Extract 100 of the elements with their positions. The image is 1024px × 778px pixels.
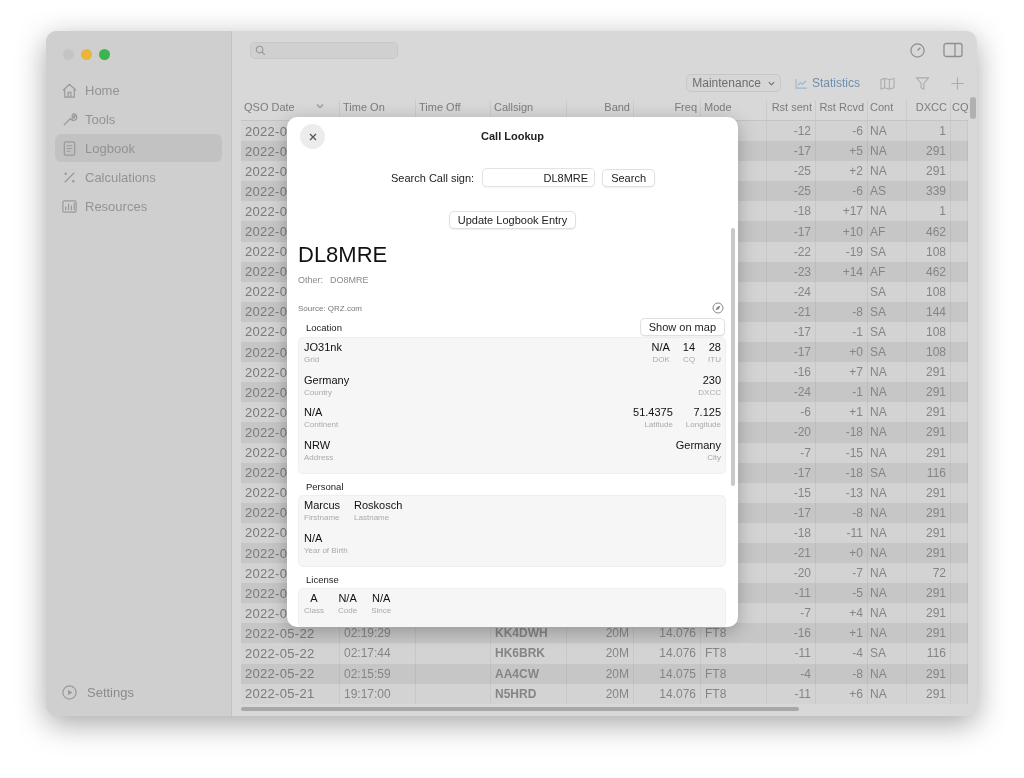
table-cell: -1 <box>852 325 863 339</box>
table-cell: 2022-0 <box>245 143 288 159</box>
table-cell: 339 <box>925 184 946 199</box>
settings-item[interactable]: Settings <box>46 681 231 703</box>
wrench-icon <box>61 110 78 128</box>
table-cell: -8 <box>852 304 863 319</box>
field-value: 28 <box>708 340 721 354</box>
column-header[interactable]: DXCC <box>915 101 947 113</box>
table-cell: -15 <box>793 485 811 500</box>
column-header[interactable]: Rst Rcvd <box>819 101 864 113</box>
field-label: ITU <box>708 354 721 366</box>
field-label: Address <box>304 451 334 464</box>
table-cell: -17 <box>793 224 811 239</box>
table-cell: +1 <box>849 405 863 420</box>
table-cell: 116 <box>926 465 946 480</box>
search-button[interactable]: Search <box>603 169 654 186</box>
table-cell: 1 <box>939 204 946 219</box>
callsign-title: DL8MRE <box>298 241 389 269</box>
column-header[interactable]: Rst sent <box>771 101 812 113</box>
column-header[interactable]: CQ <box>952 101 969 113</box>
table-cell: 19:17:00 <box>344 686 391 701</box>
search-field[interactable] <box>250 41 398 59</box>
show-on-map-button[interactable]: Show on map <box>640 319 724 335</box>
table-cell: NA <box>870 445 887 460</box>
column-header[interactable]: Time Off <box>419 101 461 113</box>
table-cell: 20M <box>605 646 629 661</box>
table-cell: +10 <box>842 224 863 239</box>
field-value: Germany <box>304 372 350 387</box>
sidebar-icon[interactable] <box>943 42 963 58</box>
table-cell: 2022-0 <box>245 284 288 300</box>
table-cell: 2022-0 <box>245 505 288 521</box>
scrollbar[interactable] <box>970 97 976 119</box>
zoom-window-button[interactable] <box>99 49 110 60</box>
table-cell: 291 <box>925 385 946 400</box>
table-cell: 144 <box>925 304 946 319</box>
column-header[interactable]: Callsign <box>494 101 534 113</box>
table-cell: -18 <box>793 525 811 540</box>
table-cell: NA <box>870 164 887 179</box>
update-logbook-button[interactable]: Update Logbook Entry <box>449 212 576 228</box>
gauge-icon[interactable] <box>909 41 926 59</box>
table-cell: -23 <box>793 264 811 279</box>
table-cell: 291 <box>925 365 946 380</box>
other-label: Other: <box>298 275 323 285</box>
statistics-button[interactable]: Statistics <box>795 76 860 90</box>
table-cell: 2022-0 <box>245 344 288 360</box>
table-cell: -11 <box>794 686 811 701</box>
table-cell: -7 <box>800 445 811 460</box>
field-label: Class <box>304 605 324 617</box>
table-cell: NA <box>870 365 887 380</box>
close-button[interactable] <box>300 124 325 149</box>
table-cell: KK4DWH <box>495 626 548 641</box>
table-cell: 2022-0 <box>245 465 288 481</box>
table-cell: 2022-0 <box>245 183 288 199</box>
table-row[interactable]: 2022-05-22 02:17:44 HK6BRK 20M 14.076 FT8 -11 -4 SA 116 <box>241 643 968 664</box>
table-cell: 72 <box>932 566 946 581</box>
table-cell: 108 <box>925 345 946 360</box>
table-cell: -24 <box>793 284 811 299</box>
sidebar-item[interactable]: Tools <box>55 105 222 133</box>
table-cell: -16 <box>793 626 811 641</box>
sidebar-item[interactable]: Calculations <box>55 163 222 191</box>
table-cell: NA <box>870 606 887 621</box>
compass-icon[interactable] <box>712 302 724 314</box>
scrollbar[interactable] <box>731 228 735 486</box>
table-cell: -18 <box>845 425 863 440</box>
table-cell: NA <box>870 385 887 400</box>
table-cell: 2022-0 <box>245 304 288 320</box>
table-cell: 2022-0 <box>245 384 288 400</box>
callsign-input[interactable]: DL8MRE <box>483 169 595 186</box>
column-header[interactable]: Time On <box>343 101 385 113</box>
minimize-window-button[interactable] <box>81 49 92 60</box>
scrollbar[interactable] <box>241 706 799 711</box>
table-cell: 2022-05-22 <box>245 666 315 682</box>
sidebar-item[interactable]: Resources <box>55 192 222 220</box>
table-cell: SA <box>870 244 886 259</box>
funnel-icon[interactable] <box>915 75 930 91</box>
sort-chevron-icon[interactable] <box>314 101 325 111</box>
table-row[interactable]: 2022-05-21 19:17:00 N5HRD 20M 14.076 FT8 -11 +6 NA 291 <box>241 683 968 704</box>
table-cell: -8 <box>852 666 863 681</box>
chart-icon <box>61 197 78 215</box>
column-header[interactable]: Freq <box>674 101 697 113</box>
table-cell: 291 <box>925 405 946 420</box>
field-label: Country <box>304 386 333 399</box>
column-header[interactable]: Mode <box>704 101 732 113</box>
column-header[interactable]: QSO Date <box>244 101 295 113</box>
table-cell: 291 <box>925 626 946 641</box>
sidebar-item[interactable]: Home <box>55 76 222 104</box>
table-cell: AA4CW <box>495 666 539 681</box>
filter-dropdown[interactable]: Maintenance <box>686 74 781 92</box>
table-cell: 20M <box>605 626 629 641</box>
book-icon <box>61 139 78 157</box>
plus-icon[interactable] <box>950 75 965 91</box>
field-label: Code <box>338 605 358 617</box>
map-icon[interactable] <box>880 75 895 91</box>
table-cell: -25 <box>793 164 811 179</box>
column-header[interactable]: Band <box>604 101 630 113</box>
table-row[interactable]: 2022-05-22 02:15:59 AA4CW 20M 14.075 FT8 -4 -8 NA 291 <box>241 663 968 684</box>
table-cell: 108 <box>925 284 946 299</box>
table-cell: 291 <box>925 144 946 159</box>
column-header[interactable]: Cont <box>870 101 894 113</box>
table-cell: 02:19:29 <box>344 626 391 641</box>
